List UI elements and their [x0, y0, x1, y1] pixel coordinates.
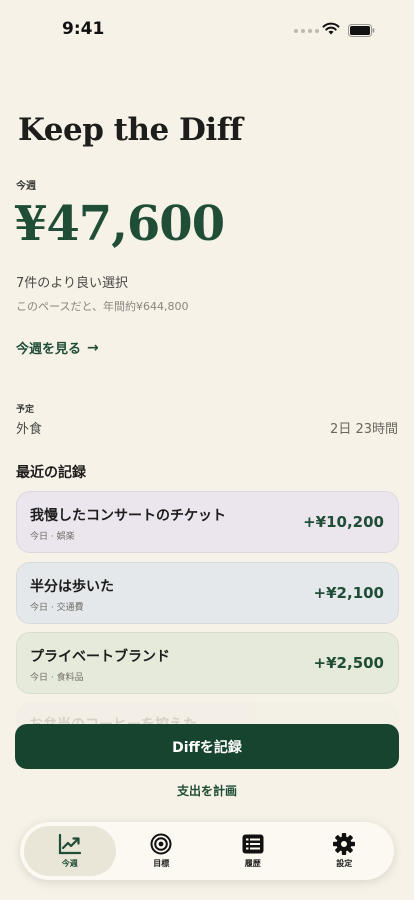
signal-icon [294, 29, 319, 33]
tab-label: 設定 [336, 859, 353, 868]
record-meta: 今日 · 交通費 [30, 603, 84, 613]
plan-name: 外食 [16, 422, 43, 437]
record-title: プライベートブランド [30, 649, 170, 665]
status-time: 9:41 [62, 19, 105, 39]
arrow-right-icon: → [87, 339, 99, 356]
choices-count: 7件のより良い選択 [16, 276, 129, 291]
record-title: 半分は歩いた [30, 579, 114, 595]
tab-settings[interactable]: 設定 [299, 826, 391, 876]
tab-label: 履歴 [244, 859, 261, 868]
record-card[interactable]: 我慢したコンサートのチケット 今日 · 娯楽 +¥10,200 [16, 491, 399, 553]
total-saved-amount: ¥47,600 [14, 196, 225, 252]
record-diff-button[interactable]: Diffを記録 [15, 724, 399, 769]
tab-this-week[interactable]: 今週 [24, 826, 116, 876]
period-label: 今週 [16, 181, 36, 192]
plan-label: 予定 [16, 405, 35, 415]
record-meta: 今日 · 娯楽 [30, 532, 75, 542]
app-title: Keep the Diff [18, 112, 243, 148]
battery-icon [348, 24, 375, 37]
recent-heading: 最近の記録 [16, 465, 86, 481]
status-bar: 9:41 [0, 0, 414, 60]
trend-icon [58, 833, 81, 855]
target-icon [150, 833, 172, 855]
tab-label: 目標 [153, 859, 170, 868]
tab-goals[interactable]: 目標 [116, 826, 208, 876]
see-week-link[interactable]: 今週を見る → [16, 338, 99, 358]
wifi-icon [322, 22, 340, 35]
record-meta: 今日 · 食料品 [30, 673, 84, 683]
record-card[interactable]: 半分は歩いた 今日 · 交通費 +¥2,100 [16, 562, 399, 624]
annual-pace: このペースだと、年間約¥644,800 [16, 300, 189, 313]
record-amount: +¥2,100 [313, 584, 384, 602]
tab-label: 今週 [61, 859, 78, 868]
plan-spending-link[interactable]: 支出を計画 [0, 782, 414, 799]
plan-remaining: 2日 23時間 [330, 422, 398, 437]
tab-bar: 今週 目標 履歴 設定 [20, 822, 394, 880]
record-amount: +¥2,500 [313, 654, 384, 672]
history-icon [242, 834, 264, 854]
tab-history[interactable]: 履歴 [207, 826, 299, 876]
see-week-label: 今週を見る [16, 342, 82, 357]
record-title: 我慢したコンサートのチケット [30, 508, 226, 524]
record-card[interactable]: プライベートブランド 今日 · 食料品 +¥2,500 [16, 632, 399, 694]
gear-icon [333, 833, 356, 855]
record-amount: +¥10,200 [303, 513, 384, 531]
